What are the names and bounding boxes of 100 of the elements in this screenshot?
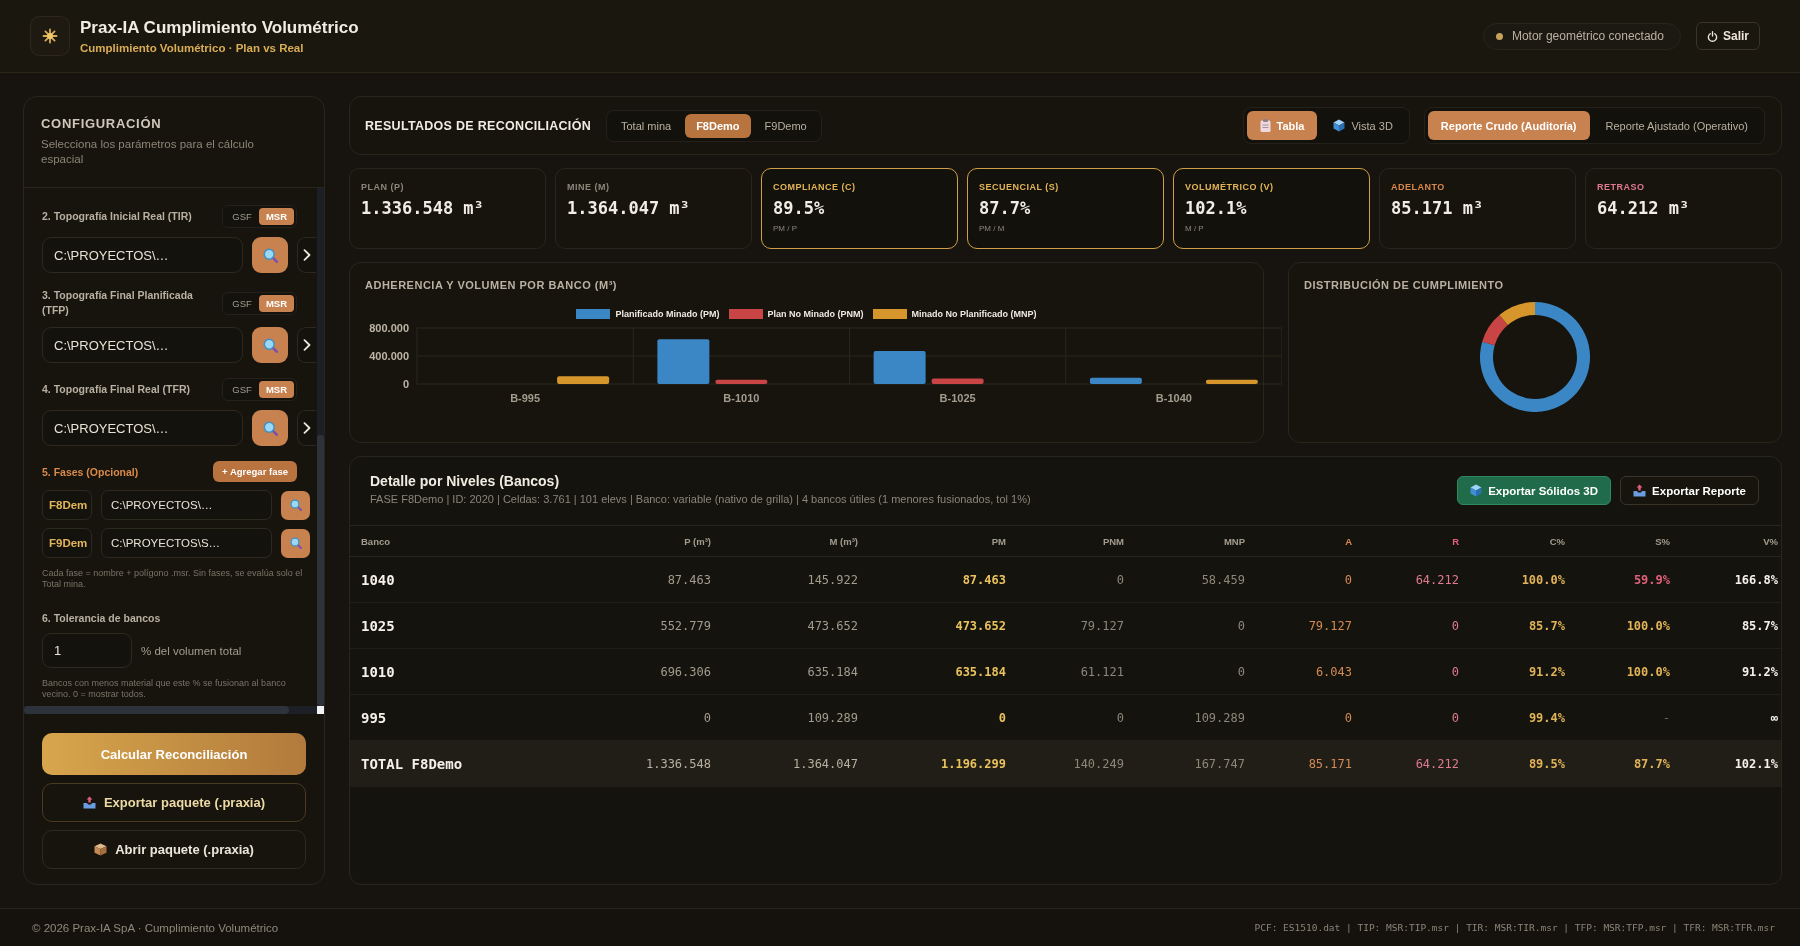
next-button[interactable] xyxy=(297,327,316,363)
chevron-icon xyxy=(303,339,311,351)
logout-button[interactable]: Salir xyxy=(1696,22,1760,50)
axis-label: 0 xyxy=(402,378,409,390)
scope-tab[interactable]: F8Demo xyxy=(685,113,751,138)
table-cell-text: 85.171 xyxy=(1307,757,1352,771)
search-icon xyxy=(262,247,278,263)
kpi-value: 89.5% xyxy=(773,198,826,218)
panel-title: CONFIGURACIÓN xyxy=(41,116,163,131)
path-field[interactable]: C:\PROYECTOS\S… xyxy=(101,528,272,558)
format-option[interactable]: GSF xyxy=(225,208,259,225)
table-cell-text: ∞ xyxy=(1769,710,1778,725)
outbox-tray-icon xyxy=(1633,484,1647,497)
column-header: C% xyxy=(1548,535,1565,547)
table-cell-text: 91.2% xyxy=(1527,664,1565,679)
column-header: Banco xyxy=(361,535,392,547)
search-button[interactable] xyxy=(281,528,310,558)
add-phase-button[interactable]: + Agregar fase xyxy=(213,461,297,482)
search-icon xyxy=(262,420,278,436)
legend-label: Minado No Planificado (MNP) xyxy=(911,309,1037,319)
phase-name-field[interactable]: F8Dem xyxy=(42,490,92,520)
format-option[interactable]: GSF xyxy=(225,294,259,312)
path-field[interactable]: C:\PROYECTOS\… xyxy=(42,327,243,363)
export-report-button[interactable]: Exportar Reporte xyxy=(1620,476,1759,505)
section-title: RESULTADOS DE RECONCILIACIÓN xyxy=(365,118,591,133)
section-title: Detalle por Niveles (Bancos) xyxy=(370,473,561,489)
column-header: P (m³) xyxy=(683,535,711,547)
hint-text: Cada fase = nombre + polígono .msr. Sin fases, se evalúa solo el Total mina. xyxy=(42,568,304,590)
table-cell-text: 0 xyxy=(1343,572,1352,587)
path-field[interactable]: C:\PROYECTOS\… xyxy=(42,237,243,273)
chevron-icon xyxy=(303,249,311,261)
kpi-label: ADELANTO xyxy=(1391,182,1446,192)
scrollbar-corner xyxy=(317,706,324,714)
tolerance-field[interactable]: 1 xyxy=(42,633,132,668)
path-field[interactable]: C:\PROYECTOS\… xyxy=(101,490,272,520)
table-cell-text: 64.212 xyxy=(1414,572,1459,587)
search-icon xyxy=(262,337,278,353)
column-header: S% xyxy=(1654,535,1670,547)
table-cell-text: 473.652 xyxy=(954,618,1006,633)
bar xyxy=(931,378,984,384)
table-cell-text: 87.463 xyxy=(666,572,711,587)
next-button[interactable] xyxy=(297,410,316,446)
table-cell-text: 0 xyxy=(1450,664,1459,679)
vertical-scrollbar[interactable] xyxy=(317,188,324,706)
table-cell-text: 79.127 xyxy=(1307,618,1352,633)
panel-subtitle: Selecciona los parámetros para el cálculo espacial xyxy=(41,137,255,167)
kpi-note: PM / P xyxy=(773,224,798,233)
table-cell-text: 166.8% xyxy=(1733,572,1778,587)
table-cell-text: 79.127 xyxy=(1079,618,1124,633)
category-label: B-1025 xyxy=(939,392,976,404)
table-cell-text: 58.459 xyxy=(1200,572,1245,587)
kpi-value: 102.1% xyxy=(1185,198,1248,218)
table-cell-text: 85.7% xyxy=(1527,618,1565,633)
export-solids-button[interactable]: Exportar Sólidos 3D xyxy=(1457,476,1612,505)
search-button[interactable] xyxy=(281,490,310,520)
category-label: B-995 xyxy=(510,392,541,404)
table-cell-text: 99.4% xyxy=(1527,710,1565,725)
next-button[interactable] xyxy=(297,237,316,273)
scope-tab[interactable]: F9Demo xyxy=(753,113,818,138)
table-cell-text: 100.0% xyxy=(1625,664,1670,679)
field-label: 2. Topografía Inicial Real (TIR) xyxy=(42,209,193,224)
scope-tab[interactable]: Total mina xyxy=(610,113,683,138)
bar xyxy=(1205,379,1258,384)
kpi-label: RETRASO xyxy=(1597,182,1646,192)
path-field[interactable]: C:\PROYECTOS\… xyxy=(42,410,243,446)
bar xyxy=(1089,377,1142,384)
table-cell-text: 109.289 xyxy=(806,710,858,725)
copyright-text: © 2026 Prax-IA SpA · Cumplimiento Volumétrico xyxy=(32,921,279,934)
kpi-label: PLAN (P) xyxy=(361,182,405,192)
view-tab[interactable]: Vista 3D xyxy=(1320,111,1406,140)
unit-label: % del volumen total xyxy=(141,644,242,657)
table-cell-text: 0 xyxy=(1236,618,1245,633)
export-package-button[interactable]: Exportar paquete (.praxia) xyxy=(42,783,306,822)
cube-icon xyxy=(1333,119,1346,132)
search-button[interactable] xyxy=(252,237,288,273)
horizontal-scrollbar[interactable] xyxy=(24,706,317,714)
search-button[interactable] xyxy=(252,327,288,363)
table-cell-text: 0 xyxy=(1115,572,1124,587)
table-cell-text: 109.289 xyxy=(1193,710,1245,725)
column-header: PNM xyxy=(1101,535,1124,547)
table-cell-text: 100.0% xyxy=(1520,572,1565,587)
table-cell-text: 91.2% xyxy=(1740,664,1778,679)
outbox-tray-icon xyxy=(82,796,96,809)
table-cell-text: 100.0% xyxy=(1625,618,1670,633)
kpi-note: PM / M xyxy=(979,224,1006,233)
bar xyxy=(715,379,768,384)
phase-name-field[interactable]: F9Dem xyxy=(42,528,92,558)
column-header: PM xyxy=(990,535,1006,547)
table-cell-text: 85.7% xyxy=(1740,618,1778,633)
format-option[interactable]: GSF xyxy=(225,381,259,398)
column-header: MNP xyxy=(1222,535,1245,547)
kpi-note: M / P xyxy=(1185,224,1205,233)
starburst-logo-icon xyxy=(30,16,70,56)
section-summary: FASE F8Demo | ID: 2020 | Celdas: 3.761 | 101 elevs | Banco: variable (nativo de grilla) | 4 bancos útiles (1 menores fusionados, tol 1%) xyxy=(370,493,1031,505)
table-cell-text: 696.306 xyxy=(659,664,711,679)
legend-label: Plan No Minado (PNM) xyxy=(767,309,864,319)
bar xyxy=(557,376,610,384)
report-tab[interactable]: Reporte Ajustado (Operativo) xyxy=(1592,111,1761,140)
search-button[interactable] xyxy=(252,410,288,446)
open-package-button[interactable]: Abrir paquete (.praxia) xyxy=(42,830,306,869)
